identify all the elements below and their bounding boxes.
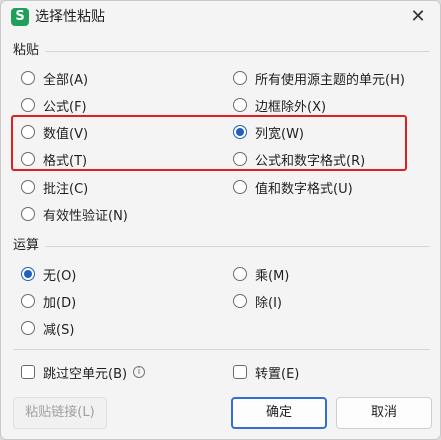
radio-paste-formats[interactable]: 格式(T) bbox=[21, 149, 87, 169]
radio-label: 列宽(W) bbox=[255, 126, 304, 142]
app-logo-icon: S bbox=[11, 8, 29, 26]
radio-label: 所有使用源主题的单元(H) bbox=[255, 72, 405, 88]
radio-label: 乘(M) bbox=[255, 268, 290, 284]
radio-op-subtract[interactable]: 减(S) bbox=[21, 318, 74, 338]
close-icon[interactable]: ✕ bbox=[406, 5, 430, 29]
checkbox-box[interactable] bbox=[21, 365, 35, 379]
radio-label: 边框除外(X) bbox=[255, 99, 327, 115]
operation-section-label: 运算 bbox=[13, 238, 40, 253]
radio-circle[interactable] bbox=[233, 98, 247, 112]
radio-circle-checked[interactable] bbox=[233, 125, 247, 139]
operation-divider bbox=[45, 246, 430, 247]
radio-label: 加(D) bbox=[43, 295, 77, 311]
radio-circle[interactable] bbox=[233, 294, 247, 308]
radio-paste-comments[interactable]: 批注(C) bbox=[21, 177, 88, 197]
radio-paste-values[interactable]: 数值(V) bbox=[21, 122, 88, 142]
radio-circle[interactable] bbox=[21, 71, 35, 85]
radio-label: 有效性验证(N) bbox=[43, 208, 128, 224]
radio-label: 数值(V) bbox=[43, 126, 89, 142]
radio-label: 无(O) bbox=[43, 268, 77, 284]
radio-paste-all-source-theme[interactable]: 所有使用源主题的单元(H) bbox=[233, 68, 405, 88]
radio-circle[interactable] bbox=[21, 125, 35, 139]
radio-label: 值和数字格式(U) bbox=[255, 181, 353, 197]
radio-circle[interactable] bbox=[233, 71, 247, 85]
radio-label: 公式和数字格式(R) bbox=[255, 153, 366, 169]
radio-circle-checked[interactable] bbox=[21, 267, 35, 281]
radio-paste-values-number-formats[interactable]: 值和数字格式(U) bbox=[233, 177, 353, 197]
radio-circle[interactable] bbox=[21, 321, 35, 335]
radio-label: 格式(T) bbox=[43, 153, 88, 169]
transpose-checkbox[interactable]: 转置(E) bbox=[233, 362, 299, 382]
paste-special-dialog: S 选择性粘贴 ✕ 粘贴 全部(A) 公式(F) 数值(V) 格式(T) 批注(… bbox=[0, 0, 441, 440]
radio-paste-formulas-number-formats[interactable]: 公式和数字格式(R) bbox=[233, 149, 365, 169]
radio-circle[interactable] bbox=[21, 294, 35, 308]
paste-link-button[interactable]: 粘贴链接(L) bbox=[13, 397, 107, 429]
radio-paste-formulas[interactable]: 公式(F) bbox=[21, 95, 87, 115]
radio-label: 除(I) bbox=[255, 295, 282, 311]
options-divider bbox=[13, 349, 430, 350]
radio-op-divide[interactable]: 除(I) bbox=[233, 291, 282, 311]
radio-paste-validation[interactable]: 有效性验证(N) bbox=[21, 204, 128, 224]
radio-circle[interactable] bbox=[21, 207, 35, 221]
ok-button[interactable]: 确定 bbox=[231, 397, 327, 429]
skip-blanks-checkbox[interactable]: 跳过空单元(B) i bbox=[21, 362, 146, 382]
titlebar: S 选择性粘贴 ✕ bbox=[1, 1, 440, 33]
cancel-button[interactable]: 取消 bbox=[336, 397, 432, 429]
radio-paste-all[interactable]: 全部(A) bbox=[21, 68, 88, 88]
radio-circle[interactable] bbox=[21, 180, 35, 194]
radio-op-none[interactable]: 无(O) bbox=[21, 264, 76, 284]
info-icon[interactable]: i bbox=[133, 366, 146, 378]
radio-circle[interactable] bbox=[233, 267, 247, 281]
radio-op-multiply[interactable]: 乘(M) bbox=[233, 264, 289, 284]
radio-circle[interactable] bbox=[21, 152, 35, 166]
radio-label: 批注(C) bbox=[43, 181, 89, 197]
radio-paste-column-widths[interactable]: 列宽(W) bbox=[233, 122, 304, 142]
checkbox-box[interactable] bbox=[233, 365, 247, 379]
paste-divider bbox=[45, 51, 430, 52]
dialog-title: 选择性粘贴 bbox=[35, 9, 105, 25]
radio-circle[interactable] bbox=[21, 98, 35, 112]
radio-paste-except-borders[interactable]: 边框除外(X) bbox=[233, 95, 326, 115]
paste-section-label: 粘贴 bbox=[13, 43, 40, 58]
radio-label: 减(S) bbox=[43, 322, 75, 338]
radio-op-add[interactable]: 加(D) bbox=[21, 291, 76, 311]
radio-label: 公式(F) bbox=[43, 99, 87, 115]
radio-circle[interactable] bbox=[233, 180, 247, 194]
checkbox-label: 转置(E) bbox=[255, 366, 300, 382]
radio-label: 全部(A) bbox=[43, 72, 89, 88]
radio-circle[interactable] bbox=[233, 152, 247, 166]
checkbox-label: 跳过空单元(B) bbox=[43, 366, 128, 382]
